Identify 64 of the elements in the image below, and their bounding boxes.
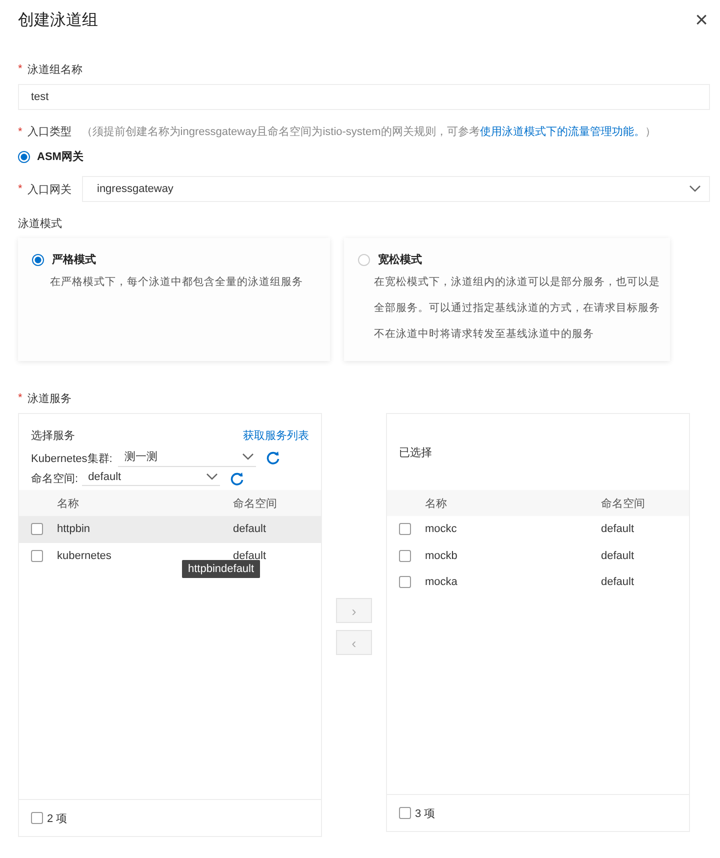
table-cell-text: kubernetes: [57, 550, 112, 562]
checkbox[interactable]: [399, 807, 411, 819]
item-count: 2 项: [47, 812, 68, 826]
mode-title: 严格模式: [52, 252, 96, 267]
table-cell: default: [233, 523, 266, 536]
checkbox[interactable]: [399, 523, 411, 536]
mode-description: 在宽松模式下，泳道组内的泳道可以是部分服务，也可以是全部服务。可以通过指定基线泳道的方式，在请求目标服务不在泳道中时将请求转发至基线泳道中的服务: [374, 275, 661, 342]
gateway-select[interactable]: ingressgateway: [82, 176, 710, 202]
close-button[interactable]: ×: [695, 9, 708, 31]
chevron-down-icon[interactable]: [689, 185, 701, 193]
table-cell-text: mockb: [425, 550, 458, 562]
hint-text: （须提前创建名称为ingressgateway且命名空间为istio-system的网关规则，可参考使用泳道模式下的流量管理功能。）: [81, 124, 656, 139]
panel-title: 选择服务: [31, 429, 75, 443]
field-label: 泳道服务: [27, 392, 72, 406]
refresh-icon[interactable]: [266, 451, 280, 465]
checkbox[interactable]: [399, 550, 411, 562]
chevron-down-icon[interactable]: [242, 452, 254, 460]
field-label: 入口类型: [27, 125, 72, 139]
refresh-icon[interactable]: [230, 472, 244, 486]
mode-description: 在严格模式下，每个泳道中都包含全量的泳道组服务: [50, 275, 304, 290]
name-field[interactable]: test: [18, 84, 710, 110]
table-cell: default: [233, 550, 266, 562]
panel-title: 已选择: [399, 446, 433, 460]
chevron-down-icon[interactable]: [206, 473, 218, 481]
help-link[interactable]: 使用泳道模式下的流量管理功能。: [480, 126, 645, 138]
required-mark: *: [18, 126, 22, 138]
cluster-select[interactable]: 测一测: [118, 449, 256, 467]
dialog-title: 创建泳道组: [18, 10, 98, 30]
required-mark: *: [18, 183, 22, 195]
table-cell: default: [601, 550, 634, 562]
table-row[interactable]: mockc default: [387, 516, 689, 542]
table-row[interactable]: mocka default: [387, 569, 689, 596]
fetch-services-link[interactable]: 获取服务列表: [243, 428, 309, 443]
table-cell: default: [601, 523, 634, 536]
checkbox[interactable]: [31, 523, 43, 536]
radio-button[interactable]: [32, 254, 44, 266]
mode-card[interactable]: 宽松模式 在宽松模式下，泳道组内的泳道可以是部分服务，也可以是全部服务。可以通过指定基线泳道的方式，在请求目标服务不在泳道中时将请求转发至基线泳道中的服务: [344, 238, 670, 361]
table-cell-text: mocka: [425, 576, 458, 588]
table-cell-text: mockc: [425, 523, 458, 536]
field-label: 泳道模式: [18, 216, 63, 230]
mode-card[interactable]: 严格模式 在严格模式下，每个泳道中都包含全量的泳道组服务: [18, 238, 330, 361]
tooltip: httpbindefault: [182, 560, 260, 578]
mode-title: 宽松模式: [378, 252, 422, 267]
checkbox[interactable]: [399, 576, 411, 588]
column-header: 名称: [425, 496, 448, 510]
field-label: 命名空间:: [31, 472, 78, 486]
column-header: 命名空间: [233, 496, 277, 510]
column-header: 命名空间: [601, 496, 645, 510]
table-cell-text: httpbin: [57, 523, 92, 536]
radio-label: ASM网关: [37, 150, 84, 164]
namespace-select[interactable]: default: [82, 471, 220, 486]
required-mark: *: [18, 63, 22, 75]
column-header: 名称: [57, 496, 80, 510]
field-label: Kubernetes集群:: [31, 452, 112, 466]
checkbox[interactable]: [31, 812, 43, 824]
item-count: 3 项: [415, 806, 436, 820]
radio-button[interactable]: [18, 150, 30, 162]
field-label: 泳道组名称: [27, 62, 82, 76]
table-row[interactable]: mockb default: [387, 542, 689, 569]
table-cell: default: [601, 576, 634, 588]
field-label: 入口网关: [27, 182, 72, 196]
table-row[interactable]: httpbin default: [19, 516, 321, 542]
required-mark: *: [18, 392, 22, 404]
checkbox[interactable]: [31, 550, 43, 562]
